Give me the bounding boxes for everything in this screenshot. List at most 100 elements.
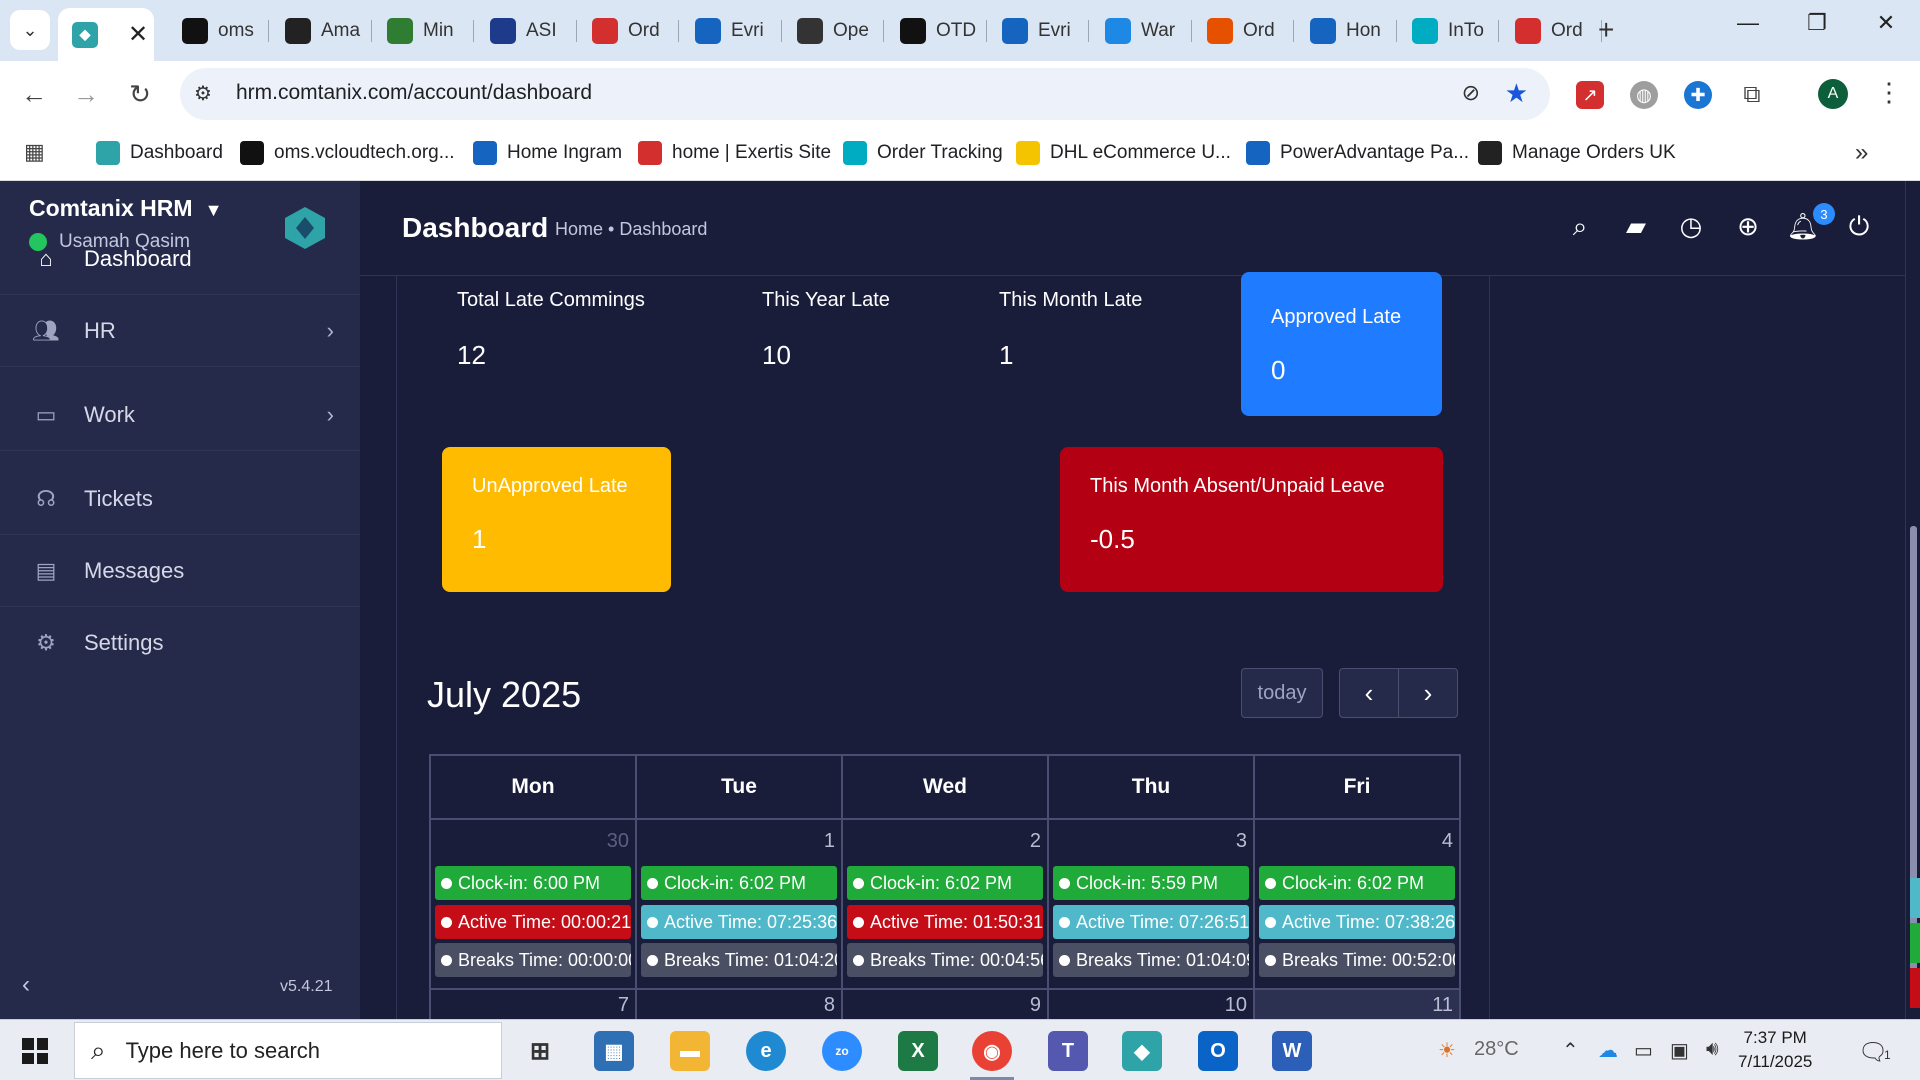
browser-tab[interactable]: Hon <box>1296 8 1394 53</box>
browser-tab[interactable]: ASI <box>476 8 574 53</box>
browser-tab[interactable]: Evri <box>988 8 1086 53</box>
address-bar[interactable]: ⚙ hrm.comtanix.com/account/dashboard ⊘ ★ <box>180 68 1550 120</box>
url-text[interactable]: hrm.comtanix.com/account/dashboard <box>236 81 592 105</box>
active-time-event[interactable]: Active Time: 07:26:51 <box>1053 905 1249 939</box>
reload-button[interactable]: ↻ <box>122 79 158 110</box>
browser-tab[interactable]: Ama <box>271 8 369 53</box>
clock-in-event[interactable]: Clock-in: 6:02 PM <box>641 866 837 900</box>
bookmark-item[interactable]: PowerAdvantage Pa... <box>1246 141 1469 165</box>
calendar-day-cell[interactable]: 9 <box>843 990 1049 1019</box>
battery-icon[interactable]: ▭ <box>1634 1038 1653 1063</box>
calendar-day-cell[interactable]: 11 <box>1255 990 1459 1019</box>
teams-icon[interactable]: T <box>1048 1031 1088 1071</box>
active-time-event[interactable]: Active Time: 00:00:21 <box>435 905 631 939</box>
calendar-day-cell[interactable]: 2 Clock-in: 6:02 PM Active Time: 01:50:31 B… <box>843 820 1049 988</box>
calendar-day-cell[interactable]: 3 Clock-in: 5:59 PM Active Time: 07:26:51 B… <box>1049 820 1255 988</box>
calendar-day-cell[interactable]: 4 Clock-in: 6:02 PM Active Time: 07:38:26 B… <box>1255 820 1459 988</box>
browser-tab[interactable]: Ord <box>1193 8 1291 53</box>
bookmark-item[interactable]: oms.vcloudtech.org... <box>240 141 455 165</box>
active-time-event[interactable]: Active Time: 01:50:31 <box>847 905 1043 939</box>
browser-tab[interactable]: Evri <box>681 8 779 53</box>
onedrive-icon[interactable]: ☁ <box>1598 1038 1618 1063</box>
browser-tab[interactable]: Ope <box>783 8 881 53</box>
breaks-time-event[interactable]: Breaks Time: 01:04:09 <box>1053 943 1249 977</box>
browser-tab[interactable]: OTD <box>886 8 984 53</box>
sidebar-item-hr[interactable]: 👥︎ HR › <box>0 295 360 367</box>
tray-expand-icon[interactable]: ⌃ <box>1562 1038 1579 1063</box>
zoom-icon[interactable]: zo <box>822 1031 862 1071</box>
pdf-extension-icon[interactable]: ↗ <box>1576 81 1604 109</box>
app-switcher[interactable]: Comtanix HRM ▼ <box>29 195 222 222</box>
sidebar-item-dashboard[interactable]: ⌂ Dashboard <box>0 223 360 295</box>
breaks-time-event[interactable]: Breaks Time: 01:04:20 <box>641 943 837 977</box>
prev-month-button[interactable]: ‹ <box>1339 668 1399 718</box>
more-bookmarks-icon[interactable]: » <box>1855 139 1868 167</box>
clock-in-event[interactable]: Clock-in: 6:00 PM <box>435 866 631 900</box>
browser-tab[interactable]: oms <box>168 8 266 53</box>
browser-tab[interactable]: Min <box>373 8 471 53</box>
edge-icon[interactable]: e <box>746 1031 786 1071</box>
card-approved-late[interactable]: Approved Late 0 <box>1241 272 1442 416</box>
apps-grid-icon[interactable]: ▦ <box>24 139 45 165</box>
profile-avatar[interactable]: A <box>1818 79 1848 109</box>
new-tab-button[interactable]: + <box>1598 14 1614 46</box>
browser-tab[interactable]: Ord <box>578 8 676 53</box>
browser-tab[interactable]: InTo <box>1398 8 1496 53</box>
add-circle-icon[interactable]: ⊕ <box>1731 211 1765 242</box>
sidebar-item-tickets[interactable]: ☊ Tickets <box>0 463 360 535</box>
weather-temp[interactable]: 28°C <box>1474 1038 1519 1061</box>
power-icon[interactable]: ⏻ <box>1842 211 1876 243</box>
taskbar-search[interactable]: ⌕ Type here to search <box>74 1022 502 1079</box>
bookmark-star-icon[interactable]: ★ <box>1505 78 1528 109</box>
bookmark-item[interactable]: Manage Orders UK <box>1478 141 1676 165</box>
taskbar-clock[interactable]: 7:37 PM 7/11/2025 <box>1738 1026 1812 1074</box>
extensions-puzzle-icon[interactable]: ⧉ <box>1738 81 1766 109</box>
restore-button[interactable]: ❐ <box>1797 10 1837 36</box>
card-unapproved-late[interactable]: UnApproved Late 1 <box>442 447 671 592</box>
outlook-icon[interactable]: O <box>1198 1031 1238 1071</box>
bookmark-item[interactable]: home | Exertis Site <box>638 141 831 165</box>
close-tab-icon[interactable]: ✕ <box>128 20 148 49</box>
task-view-icon[interactable]: ⊞ <box>520 1031 560 1071</box>
active-time-event[interactable]: Active Time: 07:38:26 <box>1259 905 1455 939</box>
active-time-event[interactable]: Active Time: 07:25:36 <box>641 905 837 939</box>
clock-icon[interactable]: ◷ <box>1674 211 1708 242</box>
tab-active[interactable]: ◆ ✕ <box>58 8 154 61</box>
next-month-button[interactable]: › <box>1398 668 1458 718</box>
browser-tab[interactable]: War <box>1091 8 1189 53</box>
clock-in-event[interactable]: Clock-in: 5:59 PM <box>1053 866 1249 900</box>
browser-menu-icon[interactable]: ⋮ <box>1876 77 1902 108</box>
excel-icon[interactable]: X <box>898 1031 938 1071</box>
today-button[interactable]: today <box>1241 668 1323 718</box>
notes-icon[interactable]: ▰ <box>1619 211 1653 242</box>
breaks-time-event[interactable]: Breaks Time: 00:00:00 <box>435 943 631 977</box>
eye-off-icon[interactable]: ⊘ <box>1462 80 1480 106</box>
sidebar-item-messages[interactable]: ▤ Messages <box>0 535 360 607</box>
word-icon[interactable]: W <box>1272 1031 1312 1071</box>
site-info-icon[interactable]: ⚙ <box>194 81 212 106</box>
back-button[interactable]: ← <box>16 79 52 110</box>
file-explorer-icon[interactable]: ▬ <box>670 1031 710 1071</box>
calendar-day-cell[interactable]: 30 Clock-in: 6:00 PM Active Time: 00:00:21… <box>431 820 637 988</box>
sidebar-item-work[interactable]: ▭ Work › <box>0 379 360 451</box>
close-window-button[interactable]: ✕ <box>1866 10 1906 36</box>
bookmark-item[interactable]: DHL eCommerce U... <box>1016 141 1231 165</box>
bookmark-item[interactable]: Order Tracking <box>843 141 1003 165</box>
extension-blue-icon[interactable]: ✚ <box>1684 81 1712 109</box>
card-absent-unpaid-leave[interactable]: This Month Absent/Unpaid Leave -0.5 <box>1060 447 1443 592</box>
search-icon[interactable]: ⌕ <box>1563 211 1597 243</box>
weather-icon[interactable]: ☀ <box>1438 1038 1456 1063</box>
browser-tab[interactable]: Ord <box>1501 8 1599 53</box>
calculator-icon[interactable]: ▦ <box>594 1031 634 1071</box>
sidebar-item-settings[interactable]: ⚙ Settings <box>0 607 360 679</box>
calendar-day-cell[interactable]: 10 <box>1049 990 1255 1019</box>
chrome-icon[interactable]: ◉ <box>972 1031 1012 1071</box>
breaks-time-event[interactable]: Breaks Time: 00:52:00 <box>1259 943 1455 977</box>
clock-in-event[interactable]: Clock-in: 6:02 PM <box>847 866 1043 900</box>
network-icon[interactable]: ▣ <box>1670 1038 1689 1063</box>
clock-in-event[interactable]: Clock-in: 6:02 PM <box>1259 866 1455 900</box>
comtanix-app-icon[interactable]: ◆ <box>1122 1031 1162 1071</box>
collapse-sidebar-icon[interactable]: ‹ <box>22 971 30 999</box>
calendar-day-cell[interactable]: 1 Clock-in: 6:02 PM Active Time: 07:25:36 B… <box>637 820 843 988</box>
calendar-day-cell[interactable]: 8 <box>637 990 843 1019</box>
